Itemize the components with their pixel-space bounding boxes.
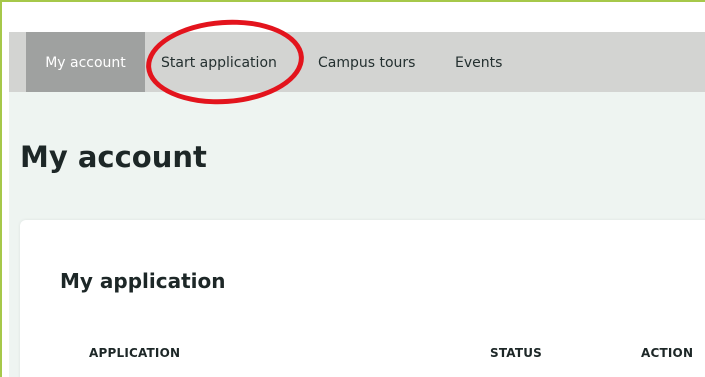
nav-item-my-account[interactable]: My account — [26, 32, 145, 92]
application-card: My application APPLICATION STATUS ACTION — [20, 220, 705, 377]
card-title: My application — [60, 269, 226, 293]
nav-item-start-application[interactable]: Start application — [161, 32, 277, 92]
main-nav: My account Start application Campus tour… — [9, 32, 705, 92]
column-header-action: ACTION — [641, 346, 694, 360]
column-header-status: STATUS — [490, 346, 543, 360]
page-title: My account — [20, 140, 207, 174]
column-header-application: APPLICATION — [89, 346, 181, 360]
nav-item-campus-tours[interactable]: Campus tours — [318, 32, 415, 92]
nav-item-events[interactable]: Events — [455, 32, 502, 92]
page-frame: My account Start application Campus tour… — [0, 0, 705, 377]
